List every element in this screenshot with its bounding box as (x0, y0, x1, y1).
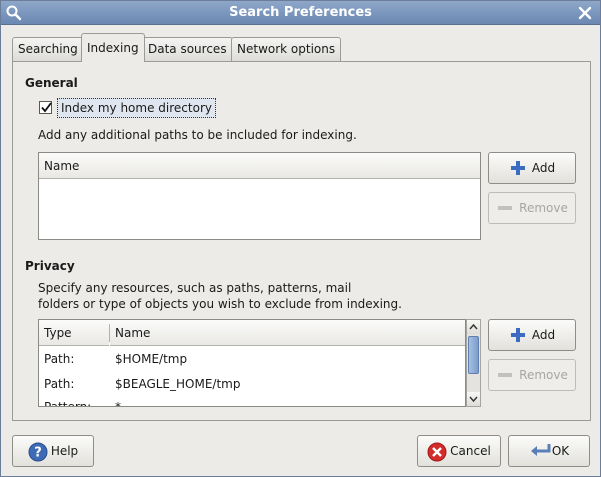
tab-label: Searching (18, 42, 78, 56)
column-header-label: Name (44, 159, 80, 173)
paths-list[interactable]: Name (38, 152, 481, 240)
tab-indexing[interactable]: Indexing (81, 33, 145, 62)
checkmark-icon (41, 102, 52, 113)
chevron-up-icon (469, 323, 478, 330)
privacy-hint-line2: folders or type of objects you wish to e… (38, 297, 402, 311)
minus-icon (496, 366, 514, 384)
remove-path-label: Remove (519, 201, 568, 215)
title-bar[interactable]: Search Preferences (1, 1, 600, 25)
name-column-header[interactable]: Name (110, 320, 465, 346)
checkbox-label-text: Index my home directory (61, 101, 212, 115)
help-icon: ? (28, 442, 48, 462)
cancel-button[interactable]: Cancel (417, 435, 501, 467)
paths-hint: Add any additional paths to be included … (38, 128, 357, 142)
cancel-label: Cancel (450, 444, 491, 458)
exclusions-list[interactable]: Type Name Path: $HOME/tmp Path: $BEAGLE_… (38, 319, 466, 407)
plus-icon (509, 159, 527, 177)
add-exclusion-button[interactable]: Add (488, 319, 576, 351)
privacy-hint-line1: Specify any resources, such as paths, pa… (38, 281, 352, 295)
scroll-up-button[interactable] (467, 320, 480, 334)
tab-label: Indexing (87, 41, 139, 55)
tab-label: Data sources (148, 42, 227, 56)
row-type: Pattern: (44, 400, 92, 407)
tab-searching[interactable]: Searching (12, 37, 84, 61)
scroll-down-button[interactable] (467, 392, 480, 406)
row-name: * (115, 400, 121, 407)
paths-name-column-header[interactable]: Name (39, 153, 480, 179)
ok-button[interactable]: OK (508, 435, 590, 467)
ok-label: OK (551, 444, 570, 458)
type-column-header[interactable]: Type (39, 320, 109, 346)
add-path-button[interactable]: Add (488, 152, 576, 184)
close-icon[interactable] (576, 4, 594, 22)
window-title: Search Preferences (229, 5, 372, 20)
row-name: $BEAGLE_HOME/tmp (115, 377, 241, 391)
row-name: $HOME/tmp (115, 352, 188, 366)
tab-data-sources[interactable]: Data sources (142, 37, 233, 61)
privacy-heading: Privacy (25, 259, 75, 273)
ok-icon (529, 442, 551, 460)
column-header-label: Name (115, 326, 151, 340)
general-heading: General (25, 76, 78, 90)
chevron-down-icon (469, 396, 478, 403)
remove-exclusion-button[interactable]: Remove (488, 359, 576, 391)
index-home-label[interactable]: Index my home directory (57, 98, 216, 118)
row-type: Path: (44, 352, 75, 366)
tab-network-options[interactable]: Network options (231, 37, 342, 61)
index-home-checkbox[interactable] (39, 101, 52, 114)
svg-text:?: ? (34, 446, 42, 461)
remove-exclusion-label: Remove (519, 368, 568, 382)
scroll-thumb[interactable] (468, 336, 479, 374)
add-exclusion-label: Add (531, 328, 556, 342)
help-button[interactable]: ? Help (12, 435, 94, 467)
cancel-icon (427, 442, 447, 462)
tab-label: Network options (237, 42, 336, 56)
row-type: Path: (44, 377, 75, 391)
add-path-label: Add (531, 161, 556, 175)
search-preferences-window: Search Preferences Searching Indexing Da… (0, 0, 601, 477)
remove-path-button[interactable]: Remove (488, 192, 576, 224)
column-header-label: Type (44, 326, 72, 340)
help-label: Help (50, 444, 79, 458)
plus-icon (509, 326, 527, 344)
minus-icon (496, 199, 514, 217)
exclusions-scrollbar[interactable] (466, 319, 481, 407)
